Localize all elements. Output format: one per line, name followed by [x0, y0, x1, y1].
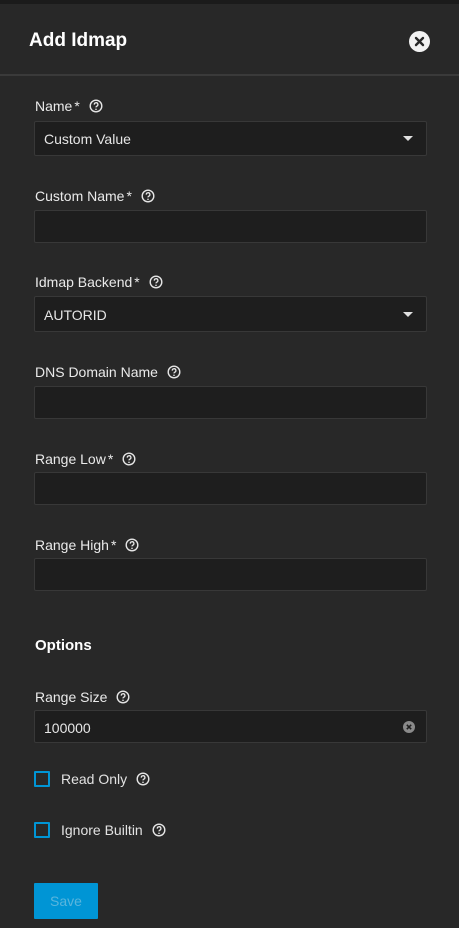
range-high-label: Range High *: [35, 537, 139, 553]
dialog-header: Add Idmap: [0, 4, 459, 76]
ignore-builtin-checkbox[interactable]: [34, 822, 50, 838]
dns-domain-label: DNS Domain Name: [35, 364, 181, 380]
help-icon[interactable]: [116, 690, 130, 704]
custom-name-label: Custom Name *: [35, 188, 155, 204]
help-icon[interactable]: [149, 275, 163, 289]
save-button[interactable]: Save: [34, 883, 98, 919]
name-select-value: Custom Value: [44, 131, 131, 147]
range-size-input[interactable]: 100000: [34, 710, 427, 743]
close-button[interactable]: [409, 31, 430, 52]
help-icon[interactable]: [89, 99, 103, 113]
range-low-label: Range Low *: [35, 451, 136, 467]
dns-domain-input[interactable]: [34, 386, 427, 419]
custom-name-input[interactable]: [34, 210, 427, 243]
ignore-builtin-label: Ignore Builtin: [61, 822, 143, 838]
options-heading: Options: [35, 637, 92, 654]
backend-label-text: Idmap Backend: [35, 274, 133, 290]
range-size-value: 100000: [44, 720, 91, 736]
required-mark: *: [134, 274, 140, 290]
range-low-input[interactable]: [34, 472, 427, 505]
range-high-input[interactable]: [34, 558, 427, 591]
required-mark: *: [74, 98, 80, 114]
range-high-label-text: Range High: [35, 537, 109, 553]
required-mark: *: [126, 188, 132, 204]
dns-domain-label-text: DNS Domain Name: [35, 364, 158, 380]
ignore-builtin-row[interactable]: Ignore Builtin: [34, 822, 166, 838]
range-size-label: Range Size: [35, 689, 130, 705]
required-mark: *: [110, 537, 117, 553]
backend-select[interactable]: AUTORID: [34, 296, 427, 332]
name-label-text: Name: [35, 98, 73, 114]
dialog-title: Add Idmap: [29, 30, 128, 51]
help-icon[interactable]: [141, 189, 155, 203]
backend-select-value: AUTORID: [44, 307, 107, 323]
backend-label: Idmap Backend *: [35, 274, 163, 290]
range-low-label-text: Range Low: [35, 451, 106, 467]
help-icon[interactable]: [152, 823, 166, 837]
help-icon[interactable]: [125, 538, 139, 552]
help-icon[interactable]: [136, 772, 150, 786]
required-mark: *: [107, 451, 114, 467]
close-icon: [414, 36, 425, 47]
name-select[interactable]: Custom Value: [34, 121, 427, 156]
read-only-label: Read Only: [61, 771, 128, 787]
range-size-label-text: Range Size: [35, 689, 108, 705]
chevron-down-icon: [403, 312, 413, 317]
read-only-checkbox[interactable]: [34, 771, 50, 787]
name-label: Name *: [35, 98, 103, 114]
help-icon[interactable]: [167, 365, 181, 379]
help-icon[interactable]: [122, 452, 136, 466]
read-only-row[interactable]: Read Only: [34, 771, 150, 787]
custom-name-label-text: Custom Name: [35, 188, 125, 204]
chevron-down-icon: [403, 136, 413, 141]
clear-input-icon[interactable]: [403, 721, 415, 733]
